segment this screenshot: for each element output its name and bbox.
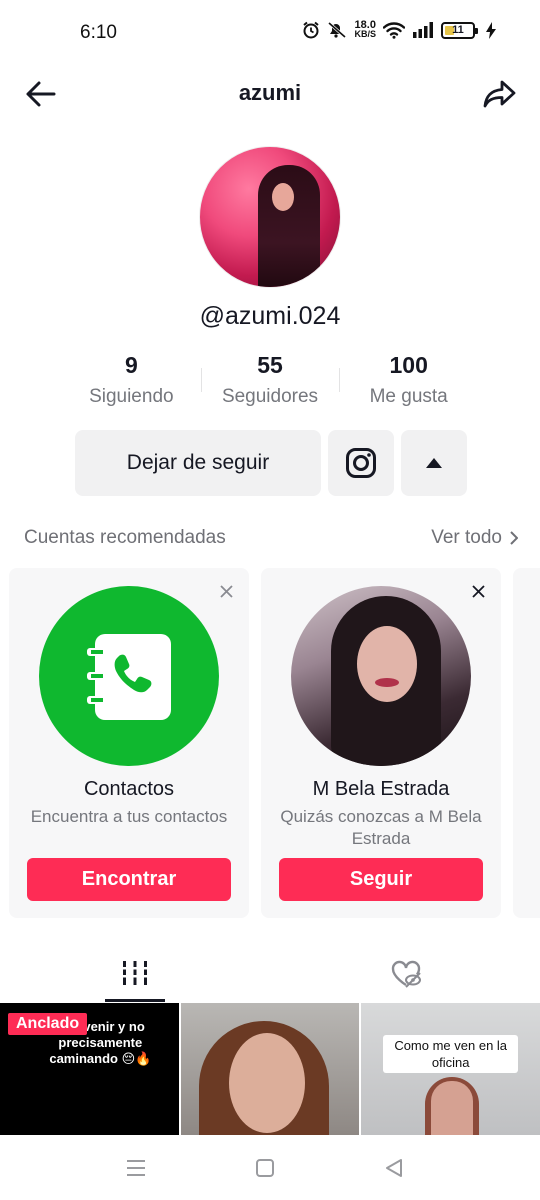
close-icon	[219, 584, 233, 598]
status-time: 6:10	[80, 22, 117, 43]
instagram-button[interactable]	[328, 430, 394, 496]
header-title: azumi	[238, 80, 302, 105]
tab-videos[interactable]	[105, 946, 165, 1002]
back-nav-button[interactable]	[379, 1153, 409, 1183]
stat-likes-label: Me gusta	[369, 386, 448, 407]
system-nav-bar	[0, 1135, 540, 1200]
status-bar: 6:10 18.0 KB/S 11	[0, 0, 540, 66]
profile-handle: @azumi.024	[199, 302, 341, 330]
liked-hidden-icon	[391, 960, 421, 988]
card-subtitle: Quizás conozcas a M Bela Estrada	[280, 807, 482, 848]
recommended-title: Cuentas recomendadas	[24, 527, 226, 548]
video-grid: erte venir y no precisamente caminando 😔…	[0, 1003, 540, 1135]
see-all-link[interactable]: Ver todo	[431, 527, 518, 549]
see-all-label: Ver todo	[431, 527, 502, 548]
stat-followers[interactable]: 55 Seguidores	[200, 352, 340, 412]
triangle-back-icon	[386, 1159, 402, 1177]
signal-icon	[412, 22, 434, 38]
contact-book-icon	[87, 634, 171, 720]
net-speed-unit: KB/S	[354, 29, 376, 39]
share-button[interactable]	[482, 76, 518, 112]
charging-icon	[486, 21, 496, 39]
video-thumbnail[interactable]: Como me ven en la oficina	[361, 1003, 540, 1135]
close-icon	[471, 584, 485, 598]
dismiss-button[interactable]	[217, 582, 235, 600]
find-contacts-button[interactable]: Encontrar	[27, 858, 231, 901]
battery-level: 11	[452, 24, 464, 36]
instagram-icon	[346, 448, 376, 478]
pinned-badge: Anclado	[8, 1013, 88, 1035]
grid-icon	[122, 960, 148, 985]
stat-followers-label: Seguidores	[221, 386, 319, 407]
contacts-avatar	[39, 586, 219, 766]
recents-button[interactable]	[121, 1153, 151, 1183]
stat-likes-value: 100	[389, 352, 428, 378]
top-header: azumi	[0, 66, 540, 122]
recommended-card-partial[interactable]	[513, 568, 540, 918]
net-speed: 18.0 KB/S	[354, 20, 376, 39]
video-caption: Como me ven en la oficina	[383, 1035, 519, 1073]
card-name: M Bela Estrada	[312, 778, 450, 800]
mute-icon	[327, 21, 347, 39]
recommended-card-user[interactable]: M Bela Estrada Quizás conozcas a M Bela …	[261, 568, 501, 918]
stat-followers-value: 55	[257, 352, 283, 378]
stat-likes[interactable]: 100 Me gusta	[339, 352, 478, 412]
recommended-cards: Contactos Encuentra a tus contactos Enco…	[9, 568, 540, 918]
follow-button[interactable]: Seguir	[279, 858, 483, 901]
stat-following-value: 9	[124, 352, 138, 378]
suggestions-toggle-button[interactable]	[401, 430, 467, 496]
user-avatar[interactable]	[291, 586, 471, 766]
chevron-right-icon	[510, 531, 518, 545]
tab-liked[interactable]	[376, 946, 436, 1002]
profile-stats: 9 Siguiendo 55 Seguidores 100 Me gusta	[62, 352, 478, 412]
content-tabs	[0, 946, 540, 1002]
home-button[interactable]	[250, 1153, 280, 1183]
card-name: Contactos	[83, 778, 175, 800]
video-thumbnail[interactable]	[180, 1003, 360, 1135]
wifi-icon	[383, 21, 405, 39]
caret-up-icon	[426, 458, 442, 468]
dismiss-button[interactable]	[469, 582, 487, 600]
unfollow-button[interactable]: Dejar de seguir	[75, 430, 321, 496]
stat-following-label: Siguiendo	[89, 386, 174, 407]
stat-following[interactable]: 9 Siguiendo	[62, 352, 201, 412]
card-subtitle: Encuentra a tus contactos	[30, 807, 228, 826]
recommended-card-contacts[interactable]: Contactos Encuentra a tus contactos Enco…	[9, 568, 249, 918]
home-square-icon	[256, 1159, 274, 1177]
profile-actions: Dejar de seguir	[75, 430, 467, 496]
status-icons: 18.0 KB/S 11	[302, 20, 496, 39]
share-icon	[483, 80, 516, 108]
alarm-icon	[302, 21, 320, 39]
profile-avatar[interactable]	[199, 146, 341, 288]
menu-icon	[127, 1160, 145, 1176]
recommended-header: Cuentas recomendadas Ver todo	[24, 526, 518, 550]
video-thumbnail[interactable]: erte venir y no precisamente caminando 😔…	[0, 1003, 179, 1135]
battery-icon: 11	[441, 21, 478, 39]
